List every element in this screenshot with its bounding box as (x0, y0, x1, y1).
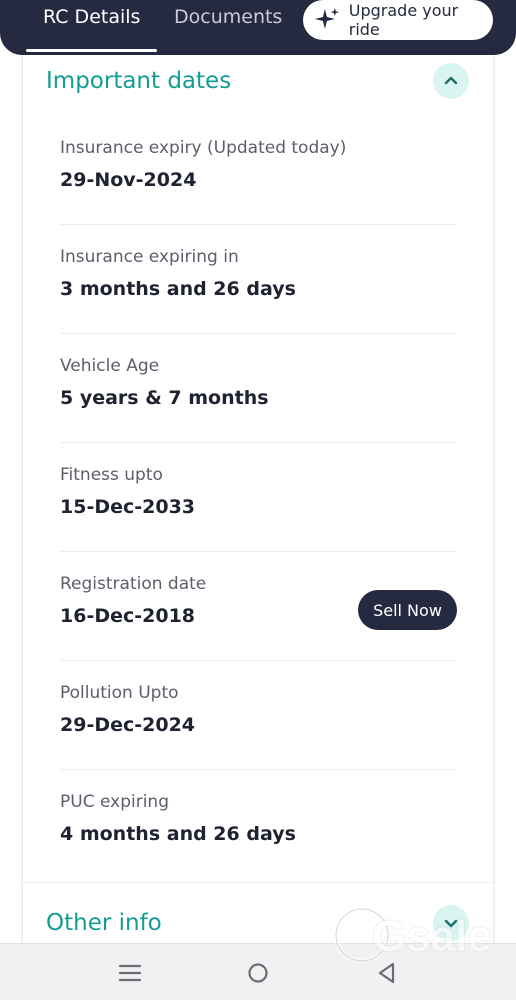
divider (60, 224, 457, 225)
date-item-insurance-expiring-in: Insurance expiring in 3 months and 26 da… (60, 247, 457, 356)
divider (60, 551, 457, 552)
date-item-insurance-expiry: Insurance expiry (Updated today) 29-Nov-… (60, 138, 457, 247)
upgrade-your-ride-button[interactable]: Upgrade your ride (303, 0, 493, 40)
date-item-puc-expiring: PUC expiring 4 months and 26 days (60, 792, 457, 901)
item-value: 5 years & 7 months (60, 387, 269, 409)
home-icon[interactable] (243, 958, 273, 988)
divider (60, 442, 457, 443)
collapse-important-dates-button[interactable] (433, 63, 469, 99)
chevron-up-icon (444, 76, 458, 85)
item-label: Vehicle Age (60, 356, 160, 376)
sell-now-button[interactable]: Sell Now (358, 590, 457, 630)
date-item-vehicle-age: Vehicle Age 5 years & 7 months (60, 356, 457, 465)
divider (60, 333, 457, 334)
recent-apps-icon[interactable] (115, 958, 145, 988)
item-value: 29-Nov-2024 (60, 169, 197, 191)
watermark-logo: Gsale (332, 900, 492, 970)
item-label: PUC expiring (60, 792, 169, 812)
item-value: 29-Dec-2024 (60, 714, 196, 736)
item-label: Fitness upto (60, 465, 163, 485)
top-tab-bar: RC Details Documents Upgrade your ride (0, 0, 516, 55)
item-label: Insurance expiring in (60, 247, 239, 267)
item-value: 3 months and 26 days (60, 278, 296, 300)
watermark-text: Gsale (372, 912, 492, 961)
date-item-pollution-upto: Pollution Upto 29-Dec-2024 (60, 683, 457, 792)
item-value: 15-Dec-2033 (60, 496, 196, 518)
section-title-other-info[interactable]: Other info (46, 910, 162, 936)
divider (60, 769, 457, 770)
tab-rc-details[interactable]: RC Details (43, 6, 140, 28)
active-tab-indicator (26, 49, 157, 52)
section-title-important-dates: Important dates (46, 68, 232, 94)
sparkle-icon (314, 8, 339, 29)
section-divider (23, 882, 493, 883)
item-label: Registration date (60, 574, 207, 594)
item-label: Insurance expiry (Updated today) (60, 138, 347, 158)
item-value: 4 months and 26 days (60, 823, 296, 845)
item-label: Pollution Upto (60, 683, 179, 703)
divider (60, 660, 457, 661)
date-item-fitness-upto: Fitness upto 15-Dec-2033 (60, 465, 457, 574)
tab-documents[interactable]: Documents (174, 6, 282, 28)
upgrade-label: Upgrade your ride (348, 1, 459, 39)
item-value: 16-Dec-2018 (60, 605, 196, 627)
important-dates-card: Important dates Insurance expiry (Update… (22, 55, 494, 955)
